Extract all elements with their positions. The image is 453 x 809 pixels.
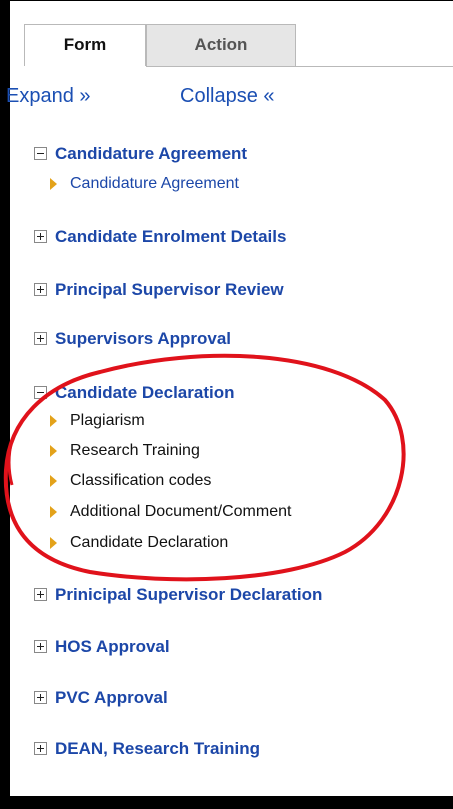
arrow-right-icon — [50, 178, 57, 190]
plus-box-icon[interactable] — [34, 742, 47, 755]
section-title[interactable]: PVC Approval — [55, 688, 168, 708]
plus-box-icon[interactable] — [34, 640, 47, 653]
section-title[interactable]: Principal Supervisor Review — [55, 280, 284, 300]
plus-box-icon[interactable] — [34, 332, 47, 345]
section-title[interactable]: Prinicipal Supervisor Declaration — [55, 585, 322, 605]
collapse-all-link[interactable]: Collapse « — [180, 85, 275, 108]
arrow-right-icon — [50, 475, 57, 487]
item-label[interactable]: Additional Document/Comment — [70, 503, 291, 521]
item-label[interactable]: Candidate Declaration — [70, 534, 228, 552]
plus-box-icon[interactable] — [34, 588, 47, 601]
section-title[interactable]: Candidate Enrolment Details — [55, 227, 286, 247]
minus-box-icon[interactable] — [34, 147, 47, 160]
section-title[interactable]: Supervisors Approval — [55, 329, 231, 349]
arrow-right-icon — [50, 506, 57, 518]
tab-form[interactable]: Form — [24, 24, 146, 66]
top-border — [10, 0, 453, 1]
plus-box-icon[interactable] — [34, 283, 47, 296]
item-label[interactable]: Research Training — [70, 442, 200, 460]
arrow-right-icon — [50, 445, 57, 457]
plus-box-icon[interactable] — [34, 691, 47, 704]
minus-box-icon[interactable] — [34, 386, 47, 399]
tab-divider — [146, 66, 453, 67]
arrow-right-icon — [50, 537, 57, 549]
item-label[interactable]: Plagiarism — [70, 412, 145, 430]
section-title[interactable]: Candidate Declaration — [55, 383, 235, 403]
plus-box-icon[interactable] — [34, 230, 47, 243]
arrow-right-icon — [50, 415, 57, 427]
item-label[interactable]: Candidature Agreement — [70, 175, 239, 193]
tab-action[interactable]: Action — [146, 24, 296, 66]
item-label[interactable]: Classification codes — [70, 472, 211, 490]
expand-all-link[interactable]: Expand » — [6, 85, 91, 108]
section-title[interactable]: DEAN, Research Training — [55, 739, 260, 759]
section-title[interactable]: HOS Approval — [55, 637, 170, 657]
section-title[interactable]: Candidature Agreement — [55, 144, 247, 164]
